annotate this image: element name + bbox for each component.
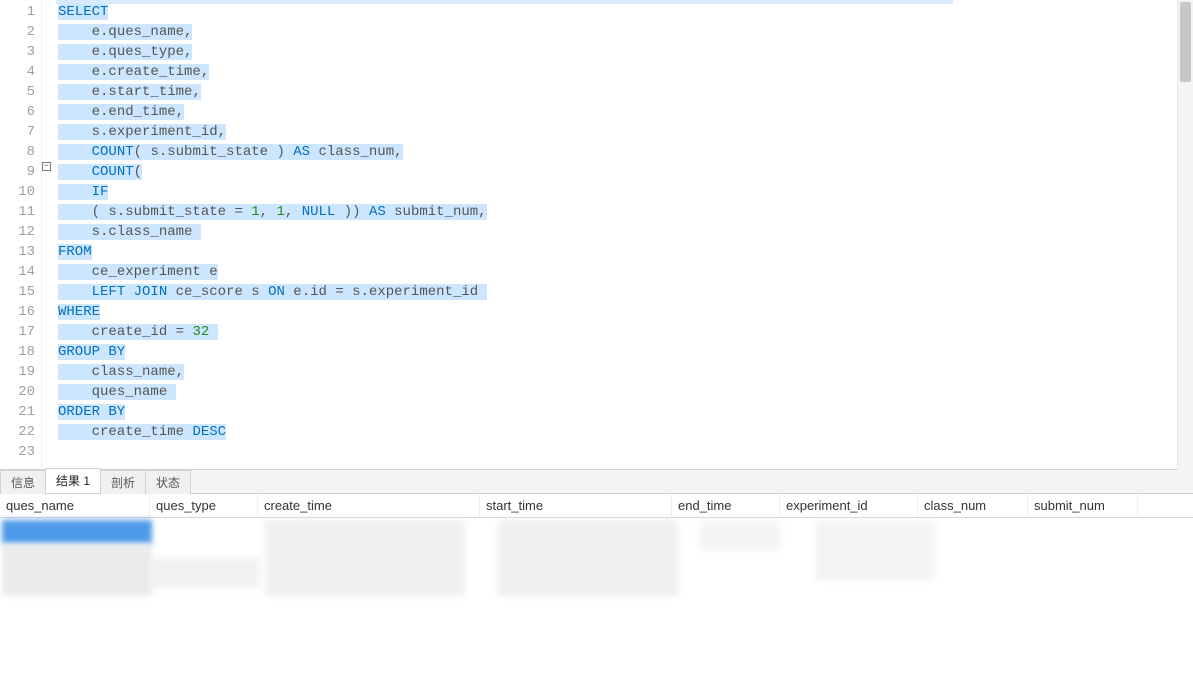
line-number: 6 bbox=[0, 102, 35, 122]
editor-vertical-scrollbar[interactable] bbox=[1177, 0, 1193, 470]
code-line: s.class_name bbox=[58, 222, 1193, 242]
line-number: 22 bbox=[0, 422, 35, 442]
line-number: 4 bbox=[0, 62, 35, 82]
line-number: 14 bbox=[0, 262, 35, 282]
code-line: ( s.submit_state = 1, 1, NULL )) AS subm… bbox=[58, 202, 1193, 222]
code-line: create_time DESC bbox=[58, 422, 1193, 442]
redacted-cell bbox=[265, 520, 465, 596]
code-line: IF bbox=[58, 182, 1193, 202]
redacted-cell bbox=[815, 520, 935, 580]
redacted-cell bbox=[2, 544, 152, 596]
code-line: create_id = 32 bbox=[58, 322, 1193, 342]
line-number: 5 bbox=[0, 82, 35, 102]
sql-editor-pane: 1 2 3 4 5 6 7 8 9 10 11 12 13 14 15 16 1… bbox=[0, 0, 1193, 470]
column-header-experiment-id[interactable]: experiment_id bbox=[780, 495, 918, 516]
code-line: ce_experiment e bbox=[58, 262, 1193, 282]
line-number: 13 bbox=[0, 242, 35, 262]
line-number: 16 bbox=[0, 302, 35, 322]
line-number: 9 bbox=[0, 162, 35, 182]
results-grid-header: ques_nameques_typecreate_timestart_timee… bbox=[0, 494, 1193, 518]
fold-toggle-icon[interactable]: − bbox=[42, 162, 51, 171]
line-number: 19 bbox=[0, 362, 35, 382]
line-number: 18 bbox=[0, 342, 35, 362]
tab-profile[interactable]: 剖析 bbox=[100, 470, 146, 494]
redacted-cell bbox=[700, 520, 780, 550]
tab-info[interactable]: 信息 bbox=[0, 470, 46, 494]
code-line: class_name, bbox=[58, 362, 1193, 382]
sql-code-area[interactable]: SELECT e.ques_name, e.ques_type, e.creat… bbox=[54, 0, 1193, 469]
column-header-start-time[interactable]: start_time bbox=[480, 495, 672, 516]
code-line: LEFT JOIN ce_score s ON e.id = s.experim… bbox=[58, 282, 1193, 302]
code-line: ques_name bbox=[58, 382, 1193, 402]
code-line: e.start_time, bbox=[58, 82, 1193, 102]
column-header-ques-type[interactable]: ques_type bbox=[150, 495, 258, 516]
code-line: COUNT( s.submit_state ) AS class_num, bbox=[58, 142, 1193, 162]
column-header-class-num[interactable]: class_num bbox=[918, 495, 1028, 516]
code-line: SELECT bbox=[58, 2, 1193, 22]
redacted-cell bbox=[498, 520, 678, 596]
line-number: 20 bbox=[0, 382, 35, 402]
code-line: e.end_time, bbox=[58, 102, 1193, 122]
line-number: 1 bbox=[0, 2, 35, 22]
code-line: e.ques_name, bbox=[58, 22, 1193, 42]
redacted-cell bbox=[2, 520, 152, 544]
line-number: 15 bbox=[0, 282, 35, 302]
line-number: 21 bbox=[0, 402, 35, 422]
tab-status[interactable]: 状态 bbox=[145, 470, 191, 494]
column-header-submit-num[interactable]: submit_num bbox=[1028, 495, 1138, 516]
column-header-ques-name[interactable]: ques_name bbox=[0, 495, 150, 516]
code-line: FROM bbox=[58, 242, 1193, 262]
column-header-end-time[interactable]: end_time bbox=[672, 495, 780, 516]
results-grid-body[interactable] bbox=[0, 518, 1193, 638]
line-number: 7 bbox=[0, 122, 35, 142]
scrollbar-thumb[interactable] bbox=[1180, 2, 1191, 82]
line-number: 23 bbox=[0, 442, 35, 462]
code-line: e.ques_type, bbox=[58, 42, 1193, 62]
line-number: 12 bbox=[0, 222, 35, 242]
line-number-gutter: 1 2 3 4 5 6 7 8 9 10 11 12 13 14 15 16 1… bbox=[0, 0, 42, 469]
column-header-create-time[interactable]: create_time bbox=[258, 495, 480, 516]
line-number: 17 bbox=[0, 322, 35, 342]
line-number: 3 bbox=[0, 42, 35, 62]
line-number: 10 bbox=[0, 182, 35, 202]
code-line: WHERE bbox=[58, 302, 1193, 322]
code-line: ORDER BY bbox=[58, 402, 1193, 422]
results-pane: ques_nameques_typecreate_timestart_timee… bbox=[0, 494, 1193, 693]
code-line bbox=[58, 442, 1193, 462]
redacted-cell bbox=[150, 558, 260, 588]
code-line: s.experiment_id, bbox=[58, 122, 1193, 142]
line-number: 11 bbox=[0, 202, 35, 222]
fold-column: − bbox=[42, 0, 54, 469]
line-number: 8 bbox=[0, 142, 35, 162]
code-line: COUNT( bbox=[58, 162, 1193, 182]
code-line: e.create_time, bbox=[58, 62, 1193, 82]
tab-result-1[interactable]: 结果 1 bbox=[45, 468, 101, 493]
code-line: GROUP BY bbox=[58, 342, 1193, 362]
line-number: 2 bbox=[0, 22, 35, 42]
results-tab-bar: 信息 结果 1 剖析 状态 bbox=[0, 470, 1193, 494]
